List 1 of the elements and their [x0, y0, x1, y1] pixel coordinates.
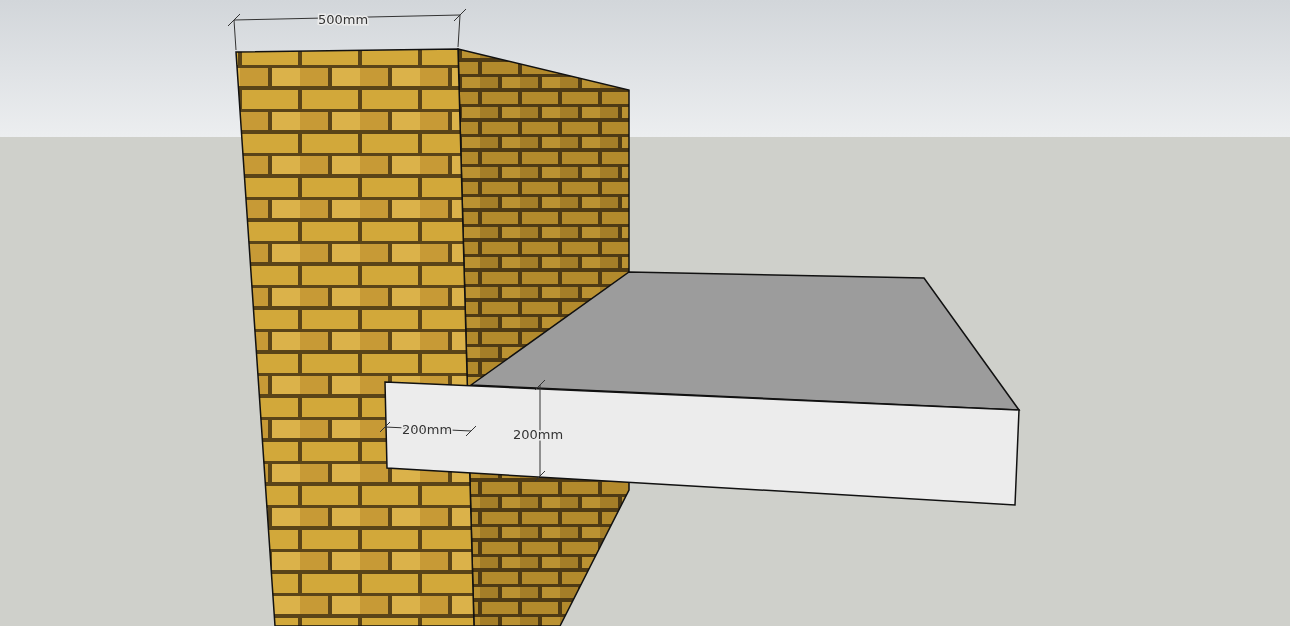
dimension-label: 200mm	[512, 427, 564, 442]
